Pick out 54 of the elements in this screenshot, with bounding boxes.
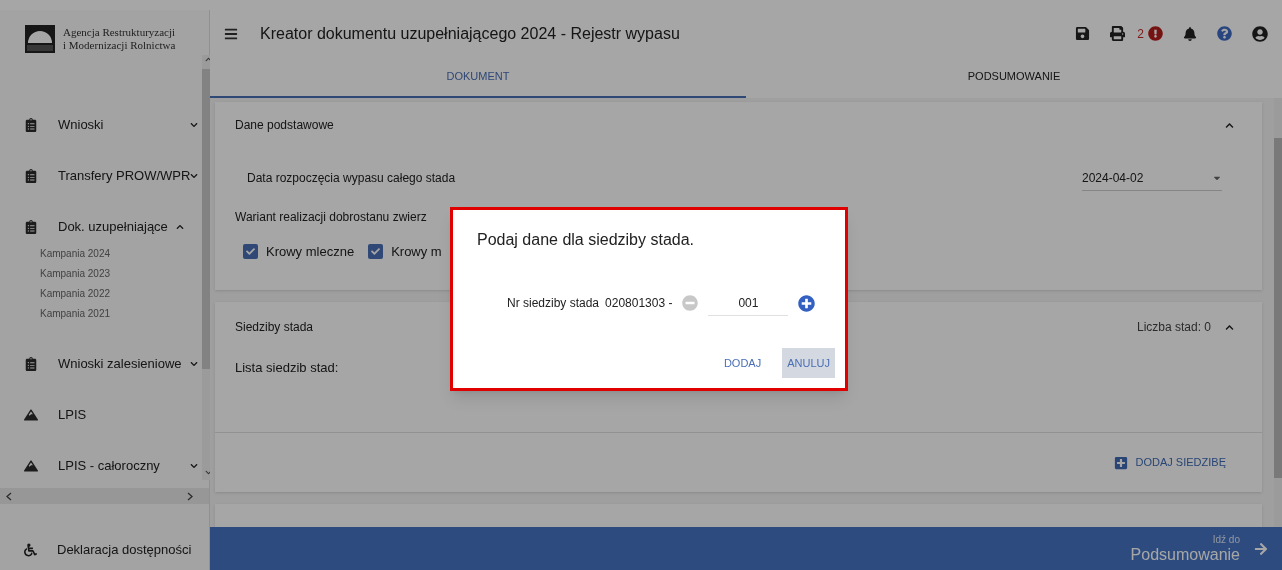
checkbox[interactable] [243,244,258,260]
clipboard-icon [24,220,38,234]
clipboard-icon [24,169,38,183]
add-herd-button[interactable]: DODAJ SIEDZIBĘ [1113,454,1226,471]
error-count: 2 [1137,25,1144,43]
arrow-right-icon[interactable] [1254,541,1268,556]
user-icon[interactable] [1252,25,1268,42]
scroll-left-icon [6,491,12,501]
tab[interactable]: PODSUMOWANIE [746,57,1282,98]
field-label: Data rozpoczęcia wypasu całego stada [247,170,456,187]
error-icon[interactable] [1148,26,1163,41]
field-label: Nr siedziby stada [507,295,600,312]
check-icon [246,247,255,257]
checkbox[interactable] [368,244,384,260]
agency-logo-icon [25,24,55,53]
checkbox-label: Krowy mleczne [266,243,355,261]
bell-icon[interactable] [1183,26,1197,41]
mountain-icon [24,459,38,473]
chevron-up-icon[interactable] [1225,322,1234,332]
clipboard-icon [24,118,38,132]
dialog-button[interactable]: DODAJ [718,348,767,378]
plus-icon[interactable] [798,294,816,312]
page-title: Kreator dokumentu uzupełniającego 2024 - Rejestr wypasu [260,23,680,44]
field-label: Wariant realizacji dobrostanu zwierz [235,209,428,226]
dialog-title: Podaj dane dla siedziby stada. [477,230,696,250]
dialog-button[interactable]: ANULUJ [782,348,835,378]
herd-number-prefix: 020801303 - [605,295,673,312]
print-icon[interactable] [1110,26,1126,41]
accessibility-icon [24,543,37,557]
horizontal-scrollbar[interactable] [0,488,209,504]
scroll-right-icon [187,491,193,501]
scroll-down-icon [204,469,212,476]
help-icon[interactable] [1217,26,1232,41]
bottom-bar-caption: Idź do [1212,534,1240,545]
tab[interactable]: DOKUMENT [210,57,746,98]
menu-icon[interactable] [224,26,238,41]
plus-icon [1113,455,1128,470]
clipboard-icon [24,357,38,371]
chevron-up-icon[interactable] [1225,120,1234,130]
scroll-up-icon [204,56,212,63]
logo-text: i Modernizacji Rolnictwa [63,38,176,52]
check-icon [371,247,381,257]
logo-text: Agencja Restrukturyzacji [63,25,176,39]
mountain-icon [24,408,38,422]
section-title: Dane podstawowe [235,117,334,134]
sidebar-item[interactable]: Deklaracja dostępności [0,540,192,560]
go-to-summary-link[interactable]: Podsumowanie [1130,546,1240,563]
date-select[interactable]: 2024-04-02 [1082,165,1222,191]
save-icon[interactable] [1075,26,1091,41]
list-label: Lista siedzib stad: [235,359,339,377]
herd-count: Liczba stad: 0 [1136,319,1211,336]
checkbox-label: Krowy m [391,243,442,261]
herd-number-field[interactable]: 001 [708,290,789,316]
section-title: Siedziby stada [235,319,314,336]
